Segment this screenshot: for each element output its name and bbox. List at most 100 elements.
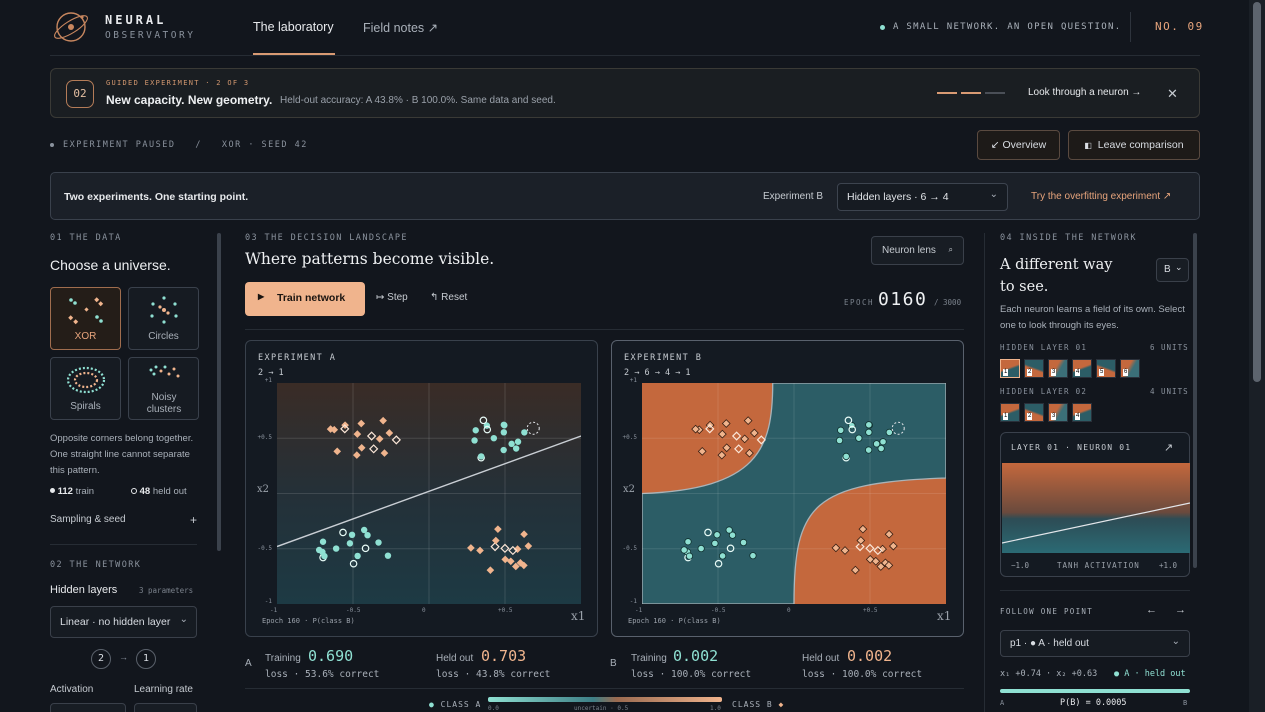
overfitting-link[interactable]: Try the overfitting experiment ↗ — [1031, 191, 1171, 202]
class-a-point[interactable] — [508, 440, 515, 448]
class-a-point[interactable] — [835, 436, 844, 445]
neuron-chip[interactable]: 1 — [1000, 403, 1020, 422]
neuron-chip[interactable]: 2 — [1024, 359, 1044, 378]
previous-point-button[interactable]: ← — [1146, 604, 1157, 616]
class-a-point[interactable] — [514, 438, 522, 445]
class-a-point[interactable] — [490, 434, 498, 442]
spirals-preview-icon — [66, 366, 106, 394]
window-scrollbar[interactable] — [1253, 2, 1261, 382]
class-a-point[interactable] — [855, 434, 863, 442]
class-a-point[interactable] — [725, 526, 733, 534]
class-a-point[interactable] — [865, 446, 873, 454]
hidden-layer-1-units: 6 UNITS — [1150, 343, 1189, 352]
class-a-point[interactable] — [346, 540, 354, 547]
neuron-chip[interactable]: 4 — [1072, 359, 1092, 378]
dataset-tile-noisy-clusters[interactable]: Noisy clusters — [128, 357, 199, 420]
dataset-tile-spirals[interactable]: Spirals — [50, 357, 121, 420]
leave-comparison-button[interactable]: ◧ Leave comparison — [1068, 130, 1200, 160]
class-a-point[interactable] — [685, 552, 694, 560]
step-icon: ↦ — [376, 292, 385, 303]
neuron-chip[interactable]: 5 — [1096, 359, 1116, 378]
class-a-point[interactable] — [865, 421, 873, 429]
neuron-chip[interactable]: 6 — [1120, 359, 1140, 378]
decision-landscape-a[interactable] — [277, 383, 581, 604]
class-a-point[interactable] — [837, 426, 845, 434]
class-a-point[interactable] — [384, 552, 392, 559]
class-a-point[interactable] — [684, 538, 692, 546]
network-section-label: 02 THE NETWORK — [50, 560, 142, 570]
point-select[interactable]: p1 · ● A · held out ⌄ — [1000, 630, 1190, 657]
class-a-point[interactable] — [360, 526, 368, 534]
hidden-layers-select[interactable]: Hidden layers · 6 → 4 ⌄ — [837, 183, 1008, 211]
hidden-layer-1-label: HIDDEN LAYER 01 — [1000, 343, 1088, 352]
expand-icon[interactable]: ↗ — [1164, 441, 1173, 454]
class-a-point[interactable] — [477, 453, 485, 460]
neuron-detail-card: LAYER 01 · NEURON 01 ↗ −1.0 TANH ACTIVAT… — [1000, 432, 1190, 577]
neuron-index: 6 — [1123, 369, 1129, 376]
class-a-point[interactable] — [375, 539, 382, 546]
class-a-point[interactable] — [500, 446, 507, 454]
class-a-point[interactable] — [521, 429, 528, 436]
neuron-chip[interactable]: 4 — [1072, 403, 1092, 422]
learning-rate-select[interactable] — [134, 703, 197, 712]
class-a-point[interactable] — [885, 428, 893, 436]
class-a-point[interactable] — [321, 552, 328, 560]
reset-button[interactable]: ↰ Reset — [430, 292, 467, 303]
close-icon[interactable]: ✕ — [1167, 86, 1178, 102]
plus-icon: + — [189, 513, 197, 527]
decision-landscape-b[interactable] — [642, 383, 946, 604]
neuron-chip[interactable]: 3 — [1048, 403, 1068, 422]
experiment-toggle[interactable]: B ⌄ — [1156, 258, 1189, 282]
class-a-point[interactable] — [865, 428, 873, 436]
next-point-button[interactable]: → — [1175, 604, 1186, 616]
class-a-point[interactable] — [512, 445, 520, 452]
class-a-point[interactable] — [879, 438, 887, 446]
dataset-tile-circles[interactable]: Circles — [128, 287, 199, 350]
class-a-point[interactable] — [500, 429, 508, 436]
activation-select[interactable] — [50, 703, 126, 712]
inside-heading: A different way to see. — [1000, 257, 1113, 295]
dataset-tile-xor[interactable]: XOR — [50, 287, 121, 350]
class-a-point[interactable] — [719, 552, 727, 560]
input-node: 2 — [91, 649, 111, 669]
class-a-point[interactable] — [842, 452, 850, 460]
data-heading: Choose a universe. — [50, 257, 171, 273]
left-scrollbar[interactable] — [217, 233, 221, 551]
overview-button[interactable]: ↙ Overview — [977, 130, 1060, 160]
right-scrollbar[interactable] — [1193, 233, 1197, 568]
architecture-select[interactable]: Linear · no hidden layer ⌄ — [50, 606, 197, 638]
class-a-point[interactable] — [332, 545, 340, 552]
stats-a-held-label: Held out — [436, 653, 474, 664]
class-a-point[interactable] — [711, 539, 719, 547]
neuron-chip[interactable]: 2 — [1024, 403, 1044, 422]
guide-next-link[interactable]: Look through a neuron → — [1028, 87, 1141, 98]
x-tick-label: -1 — [270, 607, 278, 614]
class-a-point[interactable] — [500, 421, 508, 428]
progress-step-2 — [961, 92, 981, 94]
train-network-button[interactable]: ▶ Train network — [245, 282, 365, 316]
logo[interactable] — [52, 9, 92, 45]
class-a-point[interactable] — [697, 544, 705, 553]
nav-laboratory[interactable]: The laboratory — [253, 20, 334, 34]
neuron-chip[interactable]: 1 — [1000, 359, 1020, 378]
step-button[interactable]: ↦ Step — [376, 292, 408, 303]
neuron-lens-button[interactable]: Neuron lens ⌕ — [871, 236, 964, 265]
neuron-chip[interactable]: 3 — [1048, 359, 1068, 378]
class-a-point[interactable] — [749, 552, 757, 560]
class-a-point[interactable] — [713, 531, 721, 539]
class-a-point[interactable] — [348, 531, 356, 539]
class-a-point[interactable] — [315, 546, 323, 554]
class-a-point[interactable] — [739, 538, 748, 547]
experiment-b-plot: EXPERIMENT B 2 → 6 → 4 → 1 Epoch 160 · P… — [611, 340, 964, 637]
class-a-point[interactable] — [354, 552, 361, 560]
reset-icon: ↰ — [430, 292, 439, 303]
sampling-seed-toggle[interactable]: Sampling & seed + — [50, 513, 197, 528]
tile-label: XOR — [74, 331, 97, 342]
stats-b-held-label: Held out — [802, 653, 840, 664]
nav-field-notes[interactable]: Field notes ↗ — [363, 20, 438, 35]
class-a-point[interactable] — [472, 427, 479, 434]
class-a-point[interactable] — [471, 437, 478, 444]
class-a-point[interactable] — [877, 444, 885, 453]
class-a-point[interactable] — [680, 546, 688, 554]
class-a-point[interactable] — [319, 538, 327, 545]
